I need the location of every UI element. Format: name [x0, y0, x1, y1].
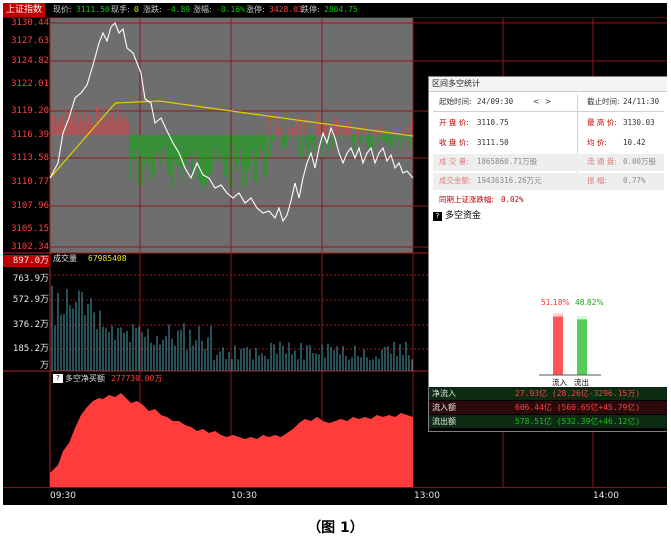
next-period-button[interactable]: > — [545, 97, 551, 107]
volume-tick-label: 376.2万 — [12, 320, 49, 330]
avg-label: 均 价: — [587, 138, 607, 147]
volume-label: 成 交 量: — [439, 157, 469, 166]
stock-terminal: 上证指数 现价: 3111.50 现手: 0 涨跌: -4.89 涨幅: -0.… — [3, 3, 667, 505]
high-value: 3130.03 — [623, 118, 655, 127]
row-value: 578.51亿 (532.39亿+46.12亿) — [515, 417, 641, 426]
capital-section: ? 多空资金 51.18% 48.82% 流入 流出 — [429, 210, 667, 387]
panel-title: 区间多空统计 — [432, 79, 480, 88]
amount-label: 成交金额: — [439, 176, 472, 185]
volume-value: 1865860.71万股 — [477, 157, 538, 166]
amplitude-label: 振 幅: — [587, 176, 607, 185]
volume-tick-label: 572.9万 — [12, 295, 49, 305]
table-row: 流出额 578.51亿 (532.39亿+46.12亿) — [429, 415, 667, 428]
time-label-1300: 13:00 — [414, 491, 440, 501]
row-value: 27.93亿 (28.26亿-3296.15万) — [515, 389, 641, 398]
netflow-panel-label: 多空净买额 — [65, 374, 105, 383]
same-period-label: 同期上证涨跌幅: — [439, 195, 495, 204]
divider — [433, 111, 664, 112]
outflow-bar-cap — [577, 316, 587, 320]
table-row: 流入额 606.44亿 (560.65亿+45.79亿) — [429, 401, 667, 414]
time-label-1400: 14:00 — [593, 491, 619, 501]
volume-panel-value: 67985408 — [88, 254, 127, 263]
close-label: 收 盘 价: — [439, 138, 469, 147]
row-value: 606.44亿 (560.65亿+45.79亿) — [515, 403, 641, 412]
netflow-panel-value: 277730.00万 — [111, 374, 163, 383]
volume-tick-label: 185.2万 — [12, 344, 49, 354]
interval-stats-panel[interactable]: 区间多空统计 起始时间: 24/09:30 < > 截止时间: 24/11:30… — [428, 76, 667, 432]
open-value: 3110.75 — [477, 118, 509, 127]
start-time-value: 24/09:30 — [477, 97, 514, 106]
volume-tick-label: 897.0万 — [12, 256, 49, 266]
prev-period-button[interactable]: < — [533, 97, 539, 107]
high-label: 最 高 价: — [587, 118, 617, 127]
float-label: 流 通 盘: — [587, 157, 617, 166]
time-axis-row — [3, 487, 667, 505]
panel-header: 区间多空统计 — [429, 77, 667, 92]
row-label: 流入额 — [432, 403, 456, 412]
outflow-pct: 48.82% — [575, 298, 604, 307]
end-time-value: 24/11:30 — [623, 97, 660, 106]
volume-tick-label: 763.9万 — [12, 274, 49, 284]
float-value: 0.00万股 — [623, 157, 657, 166]
same-period-value: 0.02% — [501, 195, 524, 204]
flow-table: 净流入 27.93亿 (28.26亿-3296.15万) 流入额 606.44亿… — [429, 387, 667, 431]
help-icon[interactable]: ? — [53, 374, 63, 383]
close-value: 3111.50 — [477, 138, 509, 147]
open-label: 开 盘 价: — [439, 118, 469, 127]
amplitude-value: 0.77% — [623, 176, 646, 185]
start-time-label: 起始时间: — [439, 97, 472, 106]
amount-value: 19436316.26万元 — [477, 176, 542, 185]
figure-caption: （图 1） — [307, 520, 364, 536]
inflow-pct: 51.18% — [541, 298, 570, 307]
row-label: 净流入 — [432, 389, 456, 398]
table-row: 净流入 27.93亿 (28.26亿-3296.15万) — [429, 387, 667, 400]
row-label: 流出额 — [432, 417, 456, 426]
outflow-bar — [577, 316, 587, 375]
time-label-0930: 09:30 — [50, 491, 76, 501]
volume-panel-label: 成交量 — [53, 254, 77, 263]
volume-tick-label: 万 — [39, 361, 49, 371]
inflow-bar — [553, 313, 563, 375]
inflow-bar-cap — [553, 313, 563, 317]
avg-value: 10.42 — [623, 138, 646, 147]
end-time-label: 截止时间: — [587, 97, 620, 106]
time-label-1030: 10:30 — [231, 491, 257, 501]
